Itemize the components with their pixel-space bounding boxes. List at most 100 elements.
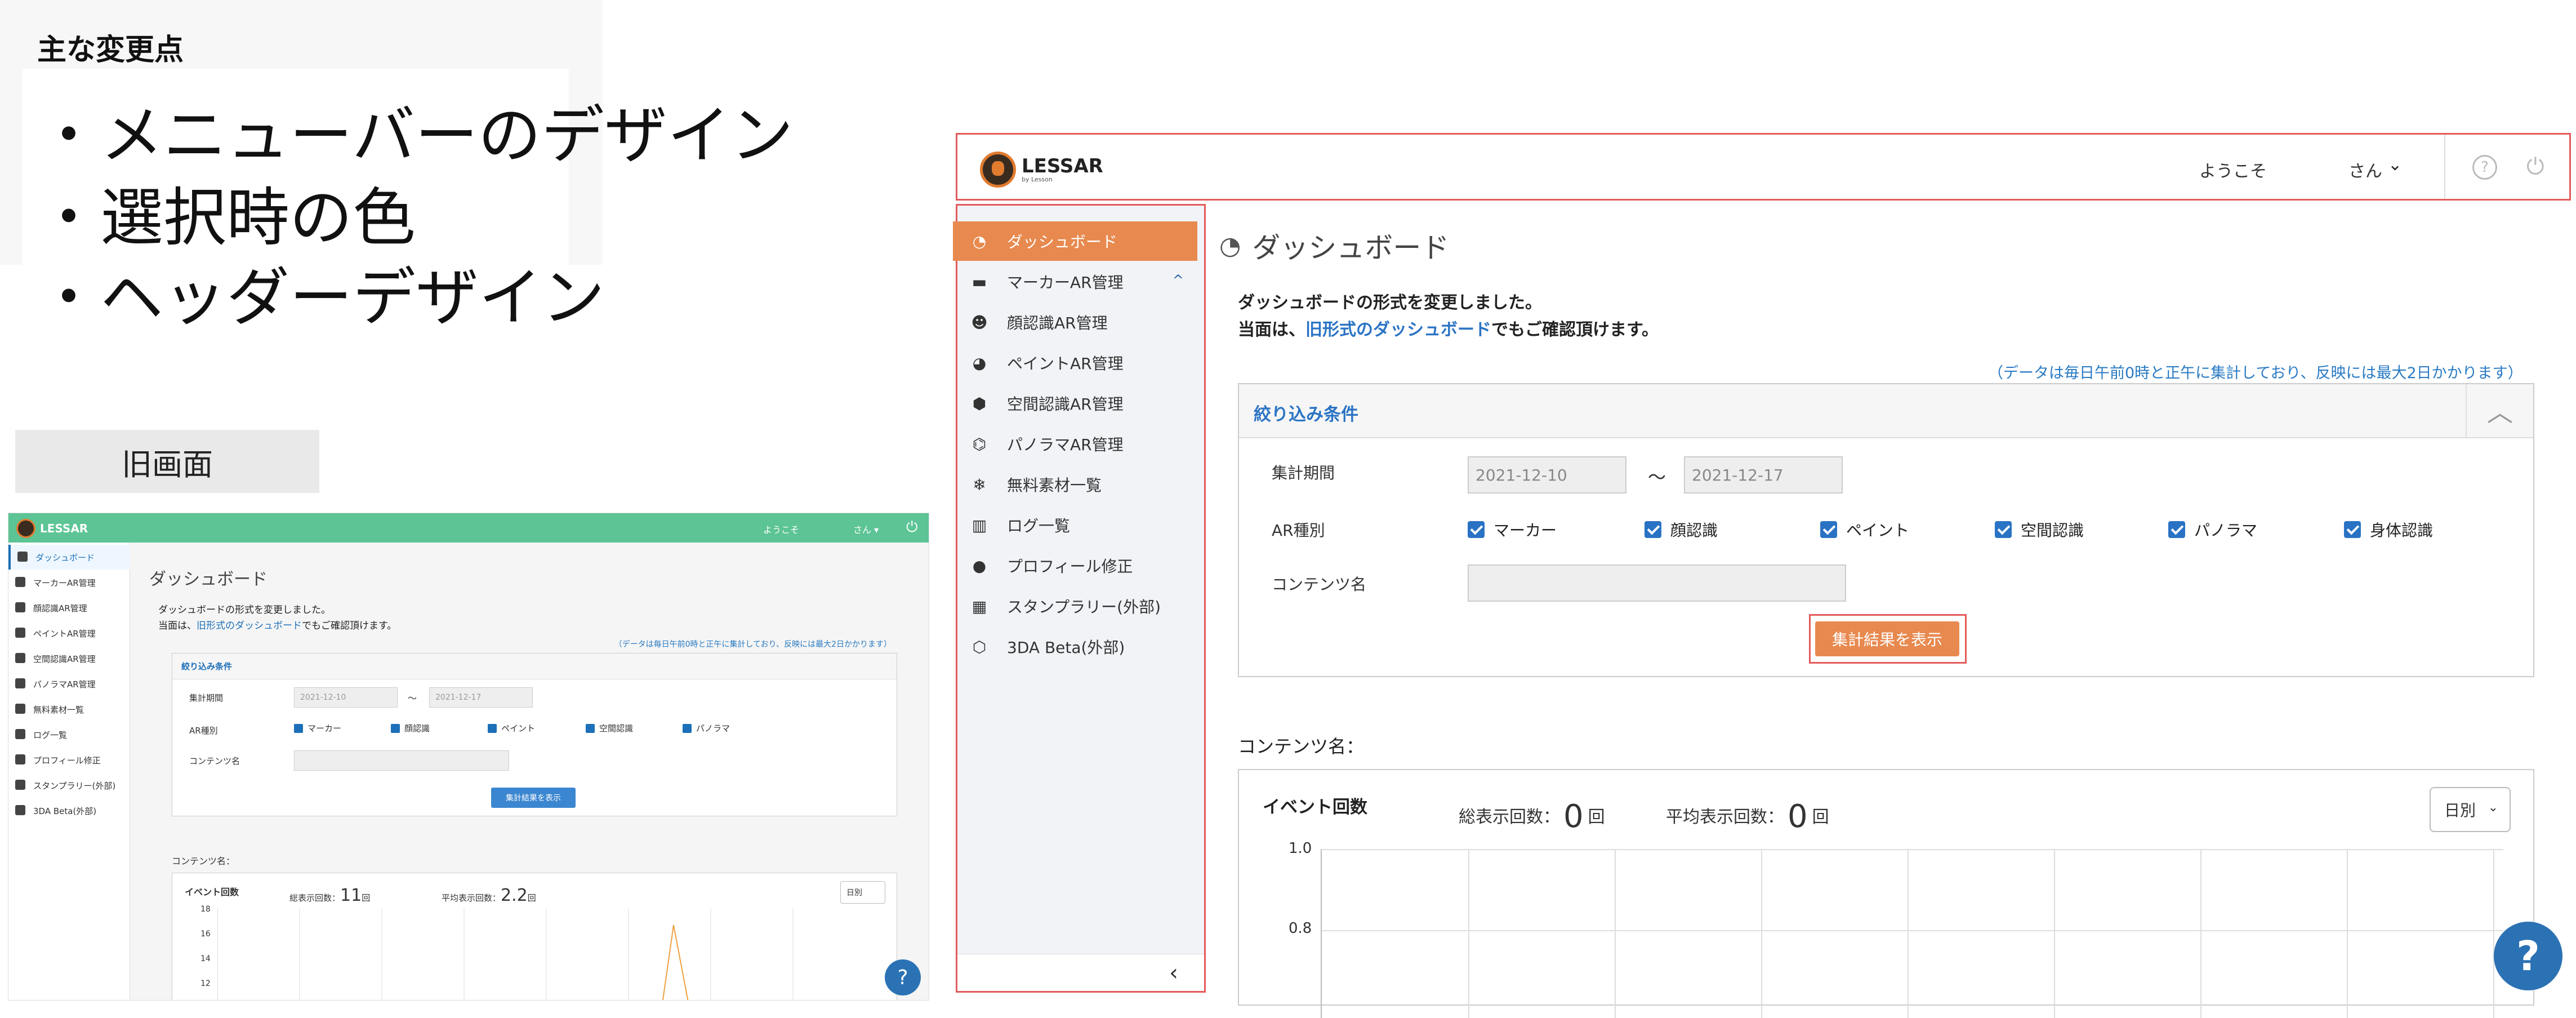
old-sidebar-label: 3DA Beta(外部) xyxy=(33,806,97,816)
old-ar-checkbox-label: ペイント xyxy=(501,723,536,734)
old-user-menu[interactable]: さん ▾ xyxy=(853,522,879,536)
checkbox-checked-icon[interactable] xyxy=(2344,521,2361,538)
sidebar-item-smile[interactable]: ☻ 顔認識AR管理 xyxy=(957,303,1200,342)
checkbox-checked-icon[interactable] xyxy=(1820,521,1837,538)
power-icon[interactable]: ⏻ xyxy=(2526,154,2544,180)
help-icon[interactable]: ? xyxy=(2472,155,2497,180)
collapse-toggle-icon[interactable]: ︿ xyxy=(2466,384,2533,437)
old-sidebar-item[interactable]: 顔認識AR管理 xyxy=(8,595,130,620)
sidebar-item-gauge[interactable]: ◔ ダッシュボード xyxy=(953,221,1197,261)
old-total-label: 総表示回数： xyxy=(289,893,341,903)
gridline xyxy=(1468,850,1469,1018)
old-message-line2: 当面は、旧形式のダッシュボードでもご確認頂けます。 xyxy=(158,618,396,634)
checkbox-checked-icon[interactable] xyxy=(294,723,303,733)
old-ytick: 16 xyxy=(200,930,211,939)
chart-plot-area xyxy=(1321,849,2503,1018)
total-views-stat: 総表示回数： 0 回 xyxy=(1459,798,1605,835)
sidebar-item-chart[interactable]: ▥ ログ一覧 xyxy=(957,505,1200,545)
sidebar-item-snowflake[interactable]: ❄ 無料素材一覧 xyxy=(957,465,1200,504)
checkbox-checked-icon[interactable] xyxy=(1468,521,1485,538)
old-help-icon[interactable]: ? xyxy=(885,959,921,995)
ar-type-checkbox[interactable]: マーカー xyxy=(1468,518,1557,541)
old-message-post: でもご確認頂けます。 xyxy=(302,620,397,632)
sidebar-item-cubes[interactable]: ⬡ 3DA Beta(外部) xyxy=(957,627,1200,666)
old-sidebar-item[interactable]: マーカーAR管理 xyxy=(8,570,130,595)
old-show-results-button[interactable]: 集計結果を表示 xyxy=(491,788,576,808)
power-icon[interactable]: ⏻ xyxy=(906,519,918,536)
old-period-select[interactable]: 日別 xyxy=(840,881,885,904)
chevron-down-icon: ⌄ xyxy=(2488,801,2498,815)
old-message: ダッシュボードの形式を変更しました。 当面は、旧形式のダッシュボードでもご確認頂… xyxy=(158,602,396,634)
date-to-input[interactable]: 2021-12-17 xyxy=(1684,456,1843,494)
old-total-unit: 回 xyxy=(362,893,371,903)
old-sidebar-item[interactable]: 空間認識AR管理 xyxy=(8,646,130,671)
ar-type-checkbox[interactable]: 空間認識 xyxy=(1995,518,2084,541)
old-legacy-link[interactable]: 旧形式のダッシュボード xyxy=(197,620,302,632)
chevron-up-icon[interactable]: ^ xyxy=(1173,272,1184,288)
sidebar-item-label: プロフィール修正 xyxy=(1007,557,1133,576)
old-ar-checkbox[interactable]: 空間認識 xyxy=(586,722,633,734)
old-sidebar-item[interactable]: ログ一覧 xyxy=(8,722,130,747)
old-event-title: イベント回数 xyxy=(185,887,239,897)
sidebar-collapse[interactable]: ‹ xyxy=(957,954,1204,991)
sidebar-item-cube[interactable]: ⬢ 空間認識AR管理 xyxy=(957,384,1200,423)
old-avg-value: 2.2 xyxy=(501,886,528,905)
old-sidebar-item[interactable]: スタンプラリー(外部) xyxy=(8,773,130,798)
ar-type-checkbox[interactable]: 身体認識 xyxy=(2344,518,2433,541)
checkbox-checked-icon[interactable] xyxy=(488,723,497,733)
date-from-input[interactable]: 2021-12-10 xyxy=(1468,456,1626,494)
help-fab[interactable]: ? xyxy=(2494,922,2562,990)
logo-icon xyxy=(980,152,1016,188)
old-ar-checkbox[interactable]: パノラマ xyxy=(683,722,730,734)
old-sidebar-label: ログ一覧 xyxy=(33,730,68,740)
checkbox-checked-icon[interactable] xyxy=(1995,521,2012,538)
sidebar-item-map[interactable]: ▦ スタンプラリー(外部) xyxy=(957,586,1200,626)
binoculars-icon: ⌬ xyxy=(972,434,987,454)
checkbox-checked-icon[interactable] xyxy=(683,723,692,733)
ar-type-checkbox[interactable]: 顔認識 xyxy=(1644,518,1718,541)
show-results-highlight: 集計結果を表示 xyxy=(1809,614,1967,664)
show-results-button[interactable]: 集計結果を表示 xyxy=(1815,621,1959,656)
old-ar-checkbox[interactable]: ペイント xyxy=(488,722,535,734)
old-sidebar-icon xyxy=(15,729,25,739)
sidebar-item-archive[interactable]: ▬ マーカーAR管理 ^ xyxy=(957,262,1200,301)
old-filter-title[interactable]: 絞り込み条件 xyxy=(172,654,897,679)
sidebar-item-user[interactable]: ● プロフィール修正 xyxy=(957,546,1200,585)
page-title: ◔ ダッシュボード xyxy=(1219,225,1449,266)
old-sidebar-icon xyxy=(15,678,25,688)
sidebar-item-binoculars[interactable]: ⌬ パノラマAR管理 xyxy=(957,424,1200,464)
old-sidebar-item[interactable]: パノラマAR管理 xyxy=(8,672,130,696)
old-sidebar-item[interactable]: プロフィール修正 xyxy=(8,748,130,772)
logo[interactable]: LESSAR by Lesson xyxy=(980,152,1103,188)
old-sidebar-item[interactable]: 無料素材一覧 xyxy=(8,697,130,722)
period-select[interactable]: 日別 ⌄ xyxy=(2430,787,2511,832)
ar-type-checkbox[interactable]: ペイント xyxy=(1820,518,1909,541)
sidebar-item-palette[interactable]: ◕ ペイントAR管理 xyxy=(957,343,1200,383)
checkbox-checked-icon[interactable] xyxy=(1644,521,1661,538)
old-sidebar-label: スタンプラリー(外部) xyxy=(33,780,116,791)
old-screen-label: 旧画面 xyxy=(15,430,319,493)
chevron-down-icon[interactable]: ⌄ xyxy=(2388,155,2402,175)
old-sidebar-item[interactable]: ダッシュボード xyxy=(8,545,130,570)
old-sidebar-icon xyxy=(15,653,25,663)
old-date-to[interactable]: 2021-12-17 xyxy=(429,687,533,708)
old-ar-checkbox[interactable]: マーカー xyxy=(294,722,341,734)
filter-panel-header[interactable]: 絞り込み条件 ︿ xyxy=(1239,384,2533,438)
old-content-label: コンテンツ名 xyxy=(189,756,240,766)
old-logo[interactable]: LESSAR xyxy=(16,519,88,538)
total-views-unit: 回 xyxy=(1588,807,1605,827)
user-menu[interactable]: さん xyxy=(2348,157,2382,182)
checkbox-checked-icon[interactable] xyxy=(2168,521,2185,538)
old-date-from[interactable]: 2021-12-10 xyxy=(294,687,398,708)
chevron-left-icon[interactable]: ‹ xyxy=(1169,960,1178,986)
avg-views-value: 0 xyxy=(1788,798,1808,835)
ar-type-checkbox[interactable]: パノラマ xyxy=(2168,518,2257,541)
old-ar-checkbox[interactable]: 顔認識 xyxy=(391,722,430,734)
old-sidebar-item[interactable]: ペイントAR管理 xyxy=(8,621,130,646)
old-content-input[interactable] xyxy=(294,750,509,771)
legacy-dashboard-link[interactable]: 旧形式のダッシュボード xyxy=(1305,320,1491,340)
checkbox-checked-icon[interactable] xyxy=(586,723,595,733)
content-name-input[interactable] xyxy=(1468,564,1846,602)
checkbox-checked-icon[interactable] xyxy=(391,723,400,733)
old-sidebar-item[interactable]: 3DA Beta(外部) xyxy=(8,798,130,823)
